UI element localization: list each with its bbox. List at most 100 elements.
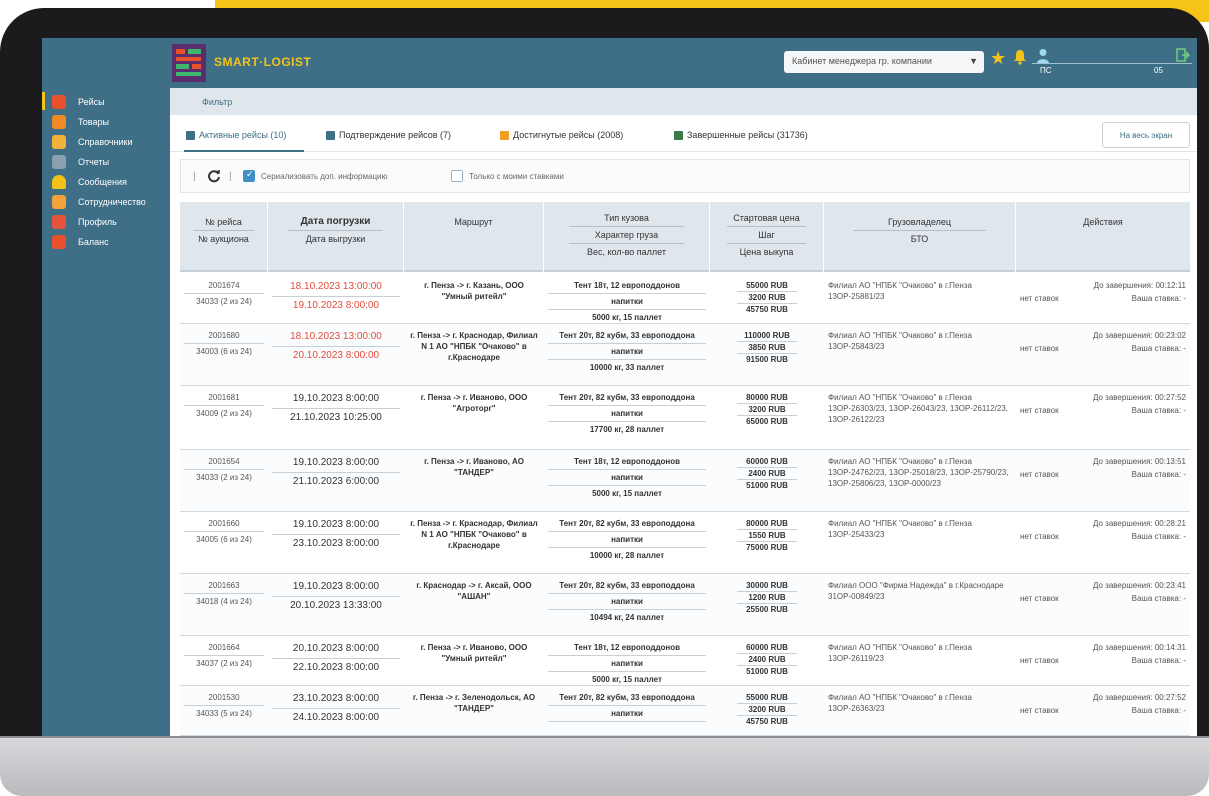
table-row[interactable]: 2001663 34018 (4 из 24) 19.10.2023 8:00:00… <box>180 574 1190 636</box>
shipper-cell: Филиал ООО "Фирма Надежда" в г.Краснодар… <box>828 581 1004 601</box>
route-cell: г. Пенза -> г. Краснодар, Филиал N 1 АО … <box>410 519 538 550</box>
my-bid-link[interactable]: Ваша ставка: - <box>1132 655 1186 666</box>
load-date: 23.10.2023 8:00:00 <box>272 692 400 709</box>
no-bids-label: нет ставок <box>1020 406 1059 415</box>
sidebar-item-balance[interactable]: Баланс <box>52 232 170 252</box>
exit-icon[interactable] <box>1176 48 1190 62</box>
actions-cell: До завершения: 00:28:21 нет ставок Ваша ст… <box>1020 518 1186 542</box>
refresh-icon[interactable] <box>207 169 221 183</box>
cargo-weight: 17700 кг, 28 паллет <box>548 421 706 435</box>
sidebar-item-label: Рейсы <box>78 97 105 107</box>
table-row[interactable]: 2001664 34037 (2 из 24) 20.10.2023 8:00:00… <box>180 636 1190 686</box>
unload-date: 22.10.2023 8:00:00 <box>292 662 380 673</box>
body-type: Тент 18т, 12 европоддонов <box>573 643 681 652</box>
unload-date: 24.10.2023 8:00:00 <box>292 712 380 723</box>
handshake-icon <box>52 195 66 209</box>
trip-id-cell: 2001680 34003 (6 из 24) <box>184 330 264 357</box>
fullscreen-button[interactable]: На весь экран <box>1102 122 1190 148</box>
shipper-cell: Филиал АО "НПБК "Очаково" в г.Пенза 13ОР… <box>828 643 972 663</box>
logo-icon[interactable] <box>172 44 206 82</box>
logo-text: SMART·LOGIST <box>214 55 312 69</box>
table-row[interactable]: 2001654 34033 (2 из 24) 19.10.2023 8:00:00… <box>180 450 1190 512</box>
column-label: Маршрут <box>454 217 493 227</box>
load-date: 19.10.2023 8:00:00 <box>272 456 400 473</box>
trip-number[interactable]: 2001664 <box>184 642 264 653</box>
cargo-type: напитки <box>548 469 706 483</box>
table-row[interactable]: 2001681 34009 (2 из 24) 19.10.2023 8:00:00… <box>180 386 1190 450</box>
cabinet-select[interactable]: Кабинет менеджера гр. компании ▼ <box>784 51 984 73</box>
dates-cell: 20.10.2023 8:00:00 22.10.2023 8:00:00 <box>272 642 400 675</box>
trip-number[interactable]: 2001654 <box>184 456 264 467</box>
header-divider <box>568 226 685 227</box>
table-row[interactable]: 2001660 34005 (6 из 24) 19.10.2023 8:00:00… <box>180 512 1190 574</box>
tab-active-trips[interactable]: Активные рейсы (10) <box>186 130 286 140</box>
column-trip-number[interactable]: № рейса № аукциона <box>180 202 268 272</box>
sidebar-item-profile[interactable]: Профиль <box>52 212 170 232</box>
doc-icon <box>326 130 335 140</box>
actions-cell: До завершения: 00:14:31 нет ставок Ваша ст… <box>1020 642 1186 666</box>
tab-confirm-trips[interactable]: Подтверждение рейсов (7) <box>326 130 451 140</box>
column-price[interactable]: Стартовая цена Шаг Цена выкупа <box>710 202 824 272</box>
column-label: Дата погрузки <box>300 216 371 227</box>
my-bid-link[interactable]: Ваша ставка: - <box>1132 593 1186 604</box>
my-bid-link[interactable]: Ваша ставка: - <box>1132 705 1186 716</box>
my-bid-link[interactable]: Ваша ставка: - <box>1132 531 1186 542</box>
serialize-info-checkbox[interactable] <box>243 170 255 182</box>
body-type-cell: Тент 20т, 82 кубм, 33 европоддона напитки <box>548 692 706 724</box>
table-row[interactable]: 2001530 34033 (5 из 24) 23.10.2023 8:00:00… <box>180 686 1190 736</box>
box-icon <box>52 115 66 129</box>
table-row[interactable]: 2001680 34003 (6 из 24) 18.10.2023 13:00:0… <box>180 324 1190 386</box>
my-bid-link[interactable]: Ваша ставка: - <box>1132 469 1186 480</box>
sidebar-item-goods[interactable]: Товары <box>52 112 170 132</box>
actions-cell: До завершения: 00:27:52 нет ставок Ваша ст… <box>1020 392 1186 416</box>
column-label: Дата выгрузки <box>305 234 366 244</box>
column-route[interactable]: Маршрут <box>404 202 544 272</box>
body-type-cell: Тент 20т, 82 кубм, 33 европоддона напитки… <box>548 392 706 435</box>
sidebar-item-cooperation[interactable]: Сотрудничество <box>52 192 170 212</box>
cargo-type: напитки <box>548 405 706 419</box>
sidebar-item-trips[interactable]: Рейсы <box>52 92 170 112</box>
sidebar-item-label: Профиль <box>78 217 117 227</box>
my-bids-only-checkbox[interactable] <box>451 170 463 182</box>
header-divider <box>726 243 807 244</box>
bell-icon[interactable] <box>1013 49 1027 65</box>
sidebar-item-messages[interactable]: Сообщения <box>52 172 170 192</box>
dates-cell: 19.10.2023 8:00:00 20.10.2023 13:33:00 <box>272 580 400 613</box>
user-icon[interactable] <box>1036 48 1050 64</box>
tab-reached-trips[interactable]: Достигнутые рейсы (2008) <box>500 130 623 140</box>
serialize-info-label: Сериализовать доп. информацию <box>261 172 388 181</box>
sidebar-item-label: Баланс <box>78 237 109 247</box>
trip-number[interactable]: 2001530 <box>184 692 264 703</box>
dates-cell: 18.10.2023 13:00:00 19.10.2023 8:00:00 <box>272 280 400 313</box>
route-cell: г. Пенза -> г. Зеленодольск, АО "ТАНДЕР" <box>412 693 536 713</box>
column-label: Шаг <box>758 230 775 240</box>
column-shipper[interactable]: Грузовладелец БТО <box>824 202 1016 272</box>
column-label: № рейса <box>205 217 242 227</box>
no-bids-label: нет ставок <box>1020 294 1059 303</box>
filter-toggle[interactable]: Фильтр <box>202 97 232 107</box>
column-label: Цена выкупа <box>739 247 794 257</box>
my-bid-link[interactable]: Ваша ставка: - <box>1132 405 1186 416</box>
my-bid-link[interactable]: Ваша ставка: - <box>1132 343 1186 354</box>
sidebar-item-label: Справочники <box>78 137 133 147</box>
star-icon[interactable]: ★ <box>990 48 1006 69</box>
column-body-type[interactable]: Тип кузова Характер груза Вес, кол-во па… <box>544 202 710 272</box>
trip-id-cell: 2001681 34009 (2 из 24) <box>184 392 264 419</box>
trip-number[interactable]: 2001674 <box>184 280 264 291</box>
sidebar: Рейсы Товары Справочники Отчеты Сообщени… <box>42 88 170 736</box>
my-bid-link[interactable]: Ваша ставка: - <box>1132 293 1186 304</box>
toolbar-separator: | <box>193 171 196 182</box>
tab-completed-trips[interactable]: Завершенные рейсы (31736) <box>674 130 808 140</box>
trip-number[interactable]: 2001681 <box>184 392 264 403</box>
sidebar-item-reports[interactable]: Отчеты <box>52 152 170 172</box>
trip-number[interactable]: 2001660 <box>184 518 264 529</box>
sidebar-item-references[interactable]: Справочники <box>52 132 170 152</box>
dates-cell: 19.10.2023 8:00:00 21.10.2023 6:00:00 <box>272 456 400 489</box>
load-date: 20.10.2023 8:00:00 <box>272 642 400 659</box>
trip-number[interactable]: 2001663 <box>184 580 264 591</box>
body-type: Тент 20т, 82 кубм, 33 европоддона <box>559 581 695 590</box>
column-dates[interactable]: Дата погрузки Дата выгрузки <box>268 202 404 272</box>
table-row[interactable]: 2001674 34033 (2 из 24) 18.10.2023 13:00:0… <box>180 274 1190 324</box>
trip-number[interactable]: 2001680 <box>184 330 264 341</box>
actions-cell: До завершения: 00:23:41 нет ставок Ваша ст… <box>1020 580 1186 604</box>
